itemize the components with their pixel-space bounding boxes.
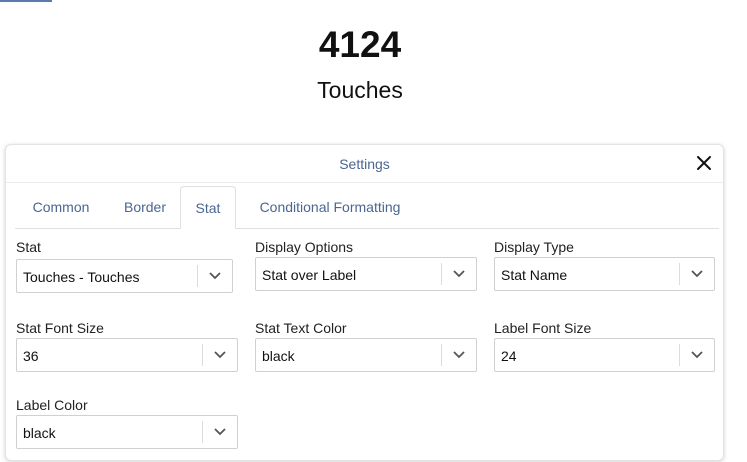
tab-border[interactable]: Border — [107, 186, 183, 228]
label-font-size-label: Label Font Size — [494, 320, 592, 336]
select-divider — [197, 265, 198, 287]
select-divider — [679, 344, 680, 366]
stat-font-size-value: 36 — [23, 348, 39, 364]
stat-text-color-select[interactable]: black — [255, 338, 477, 372]
display-type-select[interactable]: Stat Name — [494, 257, 715, 291]
stat-text-color-label: Stat Text Color — [255, 320, 347, 336]
stat-display: 4124 Touches — [0, 22, 720, 112]
stat-label: Touches — [317, 77, 403, 103]
chevron-down-icon — [209, 272, 221, 280]
label-color-value: black — [23, 425, 56, 441]
chevron-down-icon — [453, 270, 465, 278]
select-divider — [202, 421, 203, 443]
display-options-label: Display Options — [255, 239, 354, 255]
top-bar-fragment — [0, 0, 52, 2]
stat-value: 4124 — [318, 24, 402, 65]
chevron-down-icon — [691, 270, 703, 278]
chevron-down-icon — [214, 428, 226, 436]
stat-font-size-select[interactable]: 36 — [16, 338, 238, 372]
display-options-value: Stat over Label — [262, 267, 357, 283]
select-divider — [202, 344, 203, 366]
close-icon — [697, 156, 711, 170]
display-type-value: Stat Name — [501, 267, 568, 283]
select-divider — [441, 344, 442, 366]
chevron-down-icon — [453, 351, 465, 359]
display-type-label: Display Type — [494, 239, 574, 255]
settings-panel: Settings Common Border Stat Conditional … — [5, 144, 724, 461]
stat-select[interactable]: Touches - Touches — [16, 259, 233, 293]
chevron-down-icon — [691, 351, 703, 359]
label-font-size-value: 24 — [501, 348, 517, 364]
select-divider — [441, 263, 442, 285]
tab-bar: Common Border Stat Conditional Formattin… — [15, 186, 719, 229]
close-button[interactable] — [695, 154, 713, 172]
label-font-size-select[interactable]: 24 — [494, 338, 715, 372]
panel-header: Settings — [6, 145, 723, 183]
tab-stat[interactable]: Stat — [180, 186, 236, 229]
stat-select-value: Touches - Touches — [23, 269, 140, 285]
select-divider — [679, 263, 680, 285]
display-options-select[interactable]: Stat over Label — [255, 257, 477, 291]
tab-common[interactable]: Common — [19, 186, 103, 228]
chevron-down-icon — [214, 351, 226, 359]
tab-conditional-formatting[interactable]: Conditional Formatting — [245, 186, 415, 228]
stat-text-color-value: black — [262, 348, 295, 364]
stat-font-size-label: Stat Font Size — [16, 320, 104, 336]
label-color-label: Label Color — [16, 397, 88, 413]
stat-field-label: Stat — [16, 239, 41, 255]
panel-title: Settings — [339, 156, 390, 172]
label-color-select[interactable]: black — [16, 415, 238, 449]
